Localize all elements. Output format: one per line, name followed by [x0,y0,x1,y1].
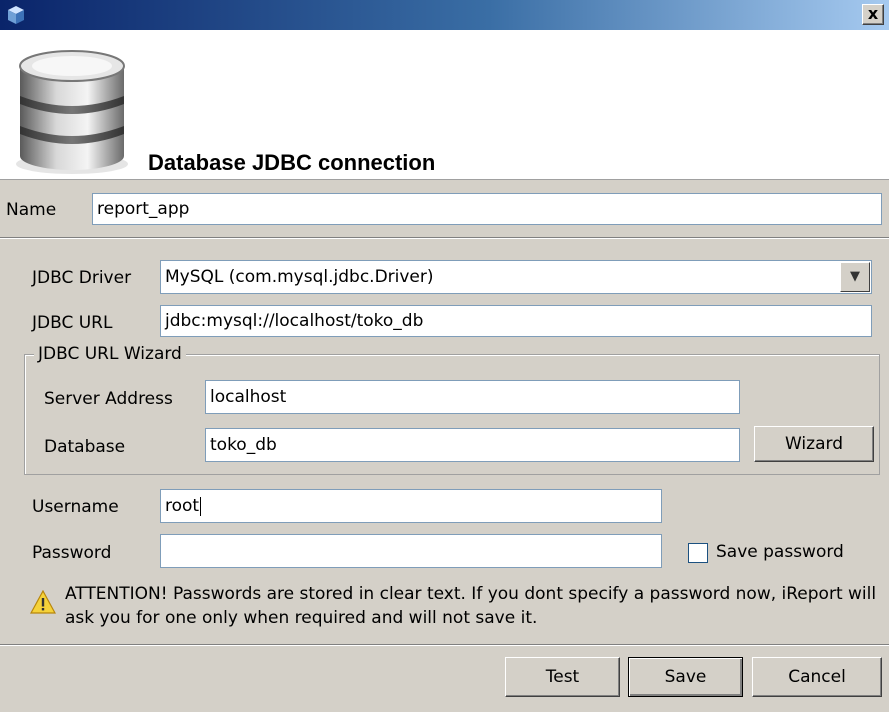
database-icon [16,50,128,174]
password-label: Password [32,543,112,563]
save-password-checkbox[interactable] [688,543,708,563]
jdbc-url-input[interactable]: jdbc:mysql://localhost/toko_db [160,305,872,337]
jdbc-url-label: JDBC URL [32,313,113,333]
title-bar[interactable]: x [0,0,889,30]
separator [0,237,889,239]
username-value: root [165,496,200,516]
save-button[interactable]: Save [628,657,743,697]
name-label: Name [6,200,57,220]
database-input[interactable]: toko_db [205,428,740,462]
jdbc-driver-select[interactable]: MySQL (com.mysql.jdbc.Driver) ▼ [160,260,872,294]
password-warning-text: ATTENTION! Passwords are stored in clear… [65,584,877,628]
wizard-button[interactable]: Wizard [754,426,874,462]
jdbc-connection-dialog: x Database JDBC connection Name report_a… [0,0,889,712]
app-cube-icon [8,6,24,24]
username-label: Username [32,497,119,517]
text-caret [200,496,202,516]
server-address-label: Server Address [44,389,173,409]
dialog-header: Database JDBC connection [0,30,889,180]
jdbc-driver-label: JDBC Driver [32,268,132,288]
dialog-title: Database JDBC connection [148,150,436,175]
save-password-label[interactable]: Save password [716,542,844,562]
close-button[interactable]: x [862,4,884,25]
username-input[interactable]: root [160,489,662,523]
separator [0,644,889,646]
password-input[interactable] [160,534,662,568]
test-button[interactable]: Test [505,657,620,697]
server-address-input[interactable]: localhost [205,380,740,414]
name-input[interactable]: report_app [92,193,882,225]
cancel-button[interactable]: Cancel [752,657,882,697]
chevron-down-icon[interactable]: ▼ [840,262,870,292]
jdbc-url-wizard-title: JDBC URL Wizard [34,344,186,364]
warning-icon [30,590,56,614]
jdbc-driver-value: MySQL (com.mysql.jdbc.Driver) [165,267,434,287]
database-label: Database [44,437,126,457]
